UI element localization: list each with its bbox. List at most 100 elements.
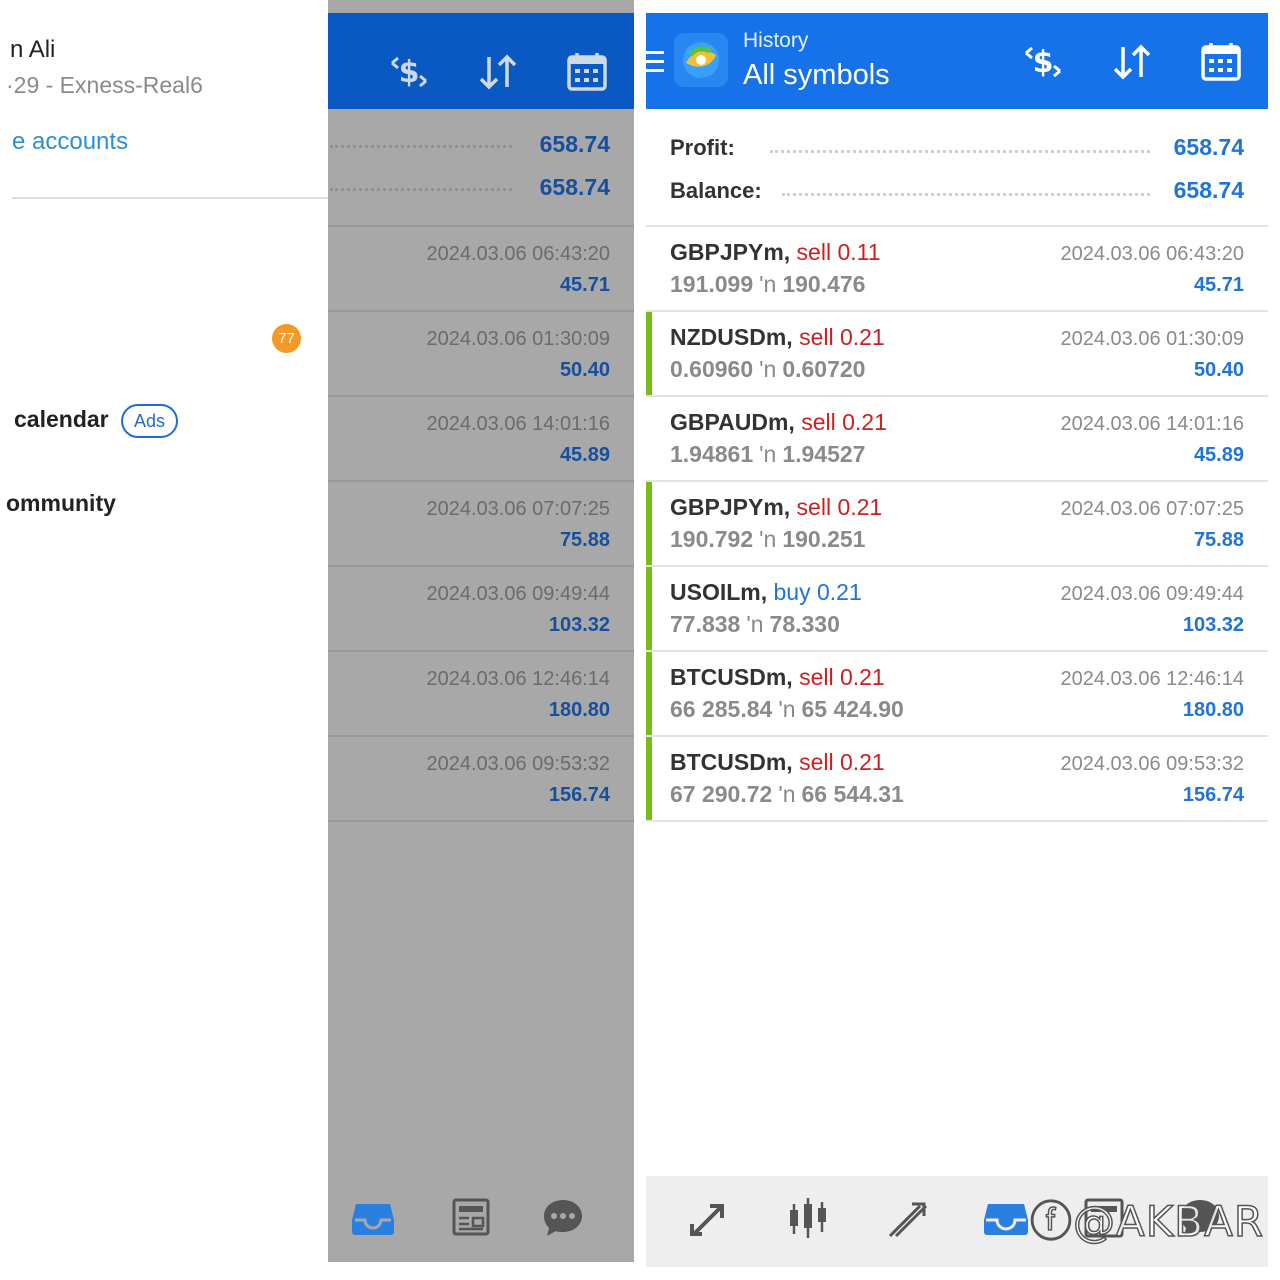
trade-side: sell 0.11	[796, 239, 881, 265]
svg-text:$: $	[1033, 45, 1054, 80]
price-arrow: 'n	[759, 441, 777, 467]
sort-icon[interactable]	[1109, 39, 1155, 85]
trade-symbol: GBPJPYm,	[670, 239, 791, 265]
profit-label: Profit:	[670, 135, 745, 161]
trade-profit: 50.40	[559, 359, 610, 381]
trade-side: sell 0.21	[799, 664, 885, 690]
open-price: 191.099	[670, 271, 754, 297]
navigation-drawer: n Ali ·29 - Exness-Real6 e accounts 77 c…	[0, 0, 328, 1262]
trade-symbol-line: GBPJPYm, sell 0.11	[670, 239, 881, 266]
balance-row: Balance: 658.74	[646, 172, 1268, 212]
dotted-leader	[782, 193, 1150, 196]
trade-profit: 103.32	[1182, 614, 1244, 636]
profit-row: Profit: 658.74	[646, 129, 1268, 169]
trade-time: 2024.03.06 07:07:25	[1060, 498, 1244, 520]
close-price: 190.251	[782, 526, 866, 552]
manage-accounts-link[interactable]: e accounts	[12, 128, 128, 156]
trade-symbol-line: GBPJPYm, sell 0.21	[670, 494, 882, 521]
dimmed-trade-row: 2024.03.06 07:07:25 75.88	[328, 482, 634, 567]
close-price: 78.330	[769, 611, 840, 637]
trade-profit: 45.89	[559, 444, 610, 466]
trade-profit: 180.80	[548, 699, 610, 721]
close-price: 0.60720	[782, 356, 866, 382]
trade-time: 2024.03.06 01:30:09	[426, 328, 610, 350]
dimmed-history-screen[interactable]: $ 658.74 658.74 2024.03.06 06:43:20 45.7…	[328, 0, 634, 1262]
trade-row[interactable]: USOILm, buy 0.21 77.838'n 78.330 2024.03.06…	[646, 567, 1268, 652]
open-price: 190.792	[670, 526, 754, 552]
chart-icon[interactable]	[784, 1194, 832, 1242]
trade-symbol-line: BTCUSDm, sell 0.21	[670, 749, 885, 776]
trade-prices: 66 285.84'n 65 424.90	[670, 696, 904, 723]
menu-icon[interactable]	[646, 51, 664, 73]
dimmed-toolbar: $	[328, 13, 634, 109]
close-price: 66 544.31	[801, 781, 904, 807]
trade-side: sell 0.21	[796, 494, 883, 520]
price-arrow: 'n	[746, 611, 764, 637]
drawer-divider	[12, 197, 328, 199]
toolbar-subtitle: History	[743, 29, 809, 52]
price-arrow: 'n	[759, 271, 777, 297]
trade-symbol: NZDUSDm,	[670, 324, 793, 350]
closed-trade-marker	[646, 652, 652, 735]
price-arrow: 'n	[778, 781, 796, 807]
trade-symbol-line: GBPAUDm, sell 0.21	[670, 409, 887, 436]
trade-prices: 190.792'n 190.251	[670, 526, 865, 553]
closed-trade-marker	[646, 312, 652, 395]
trade-row[interactable]: NZDUSDm, sell 0.21 0.60960'n 0.60720 2024.0…	[646, 312, 1268, 397]
trade-profit: 50.40	[1193, 359, 1244, 381]
trade-symbol: USOILm,	[670, 579, 768, 605]
profit-value: 658.74	[1173, 134, 1244, 160]
price-arrow: 'n	[778, 696, 796, 722]
close-price: 190.476	[782, 271, 866, 297]
sort-icon	[479, 54, 517, 90]
open-price: 1.94861	[670, 441, 754, 467]
trade-time: 2024.03.06 12:46:14	[426, 668, 610, 690]
trade-profit: 45.89	[1193, 444, 1244, 466]
trade-row[interactable]: BTCUSDm, sell 0.21 66 285.84'n 65 424.90 20…	[646, 652, 1268, 737]
trade-row[interactable]: BTCUSDm, sell 0.21 67 290.72'n 66 544.31 20…	[646, 737, 1268, 822]
trade-side: sell 0.21	[799, 749, 885, 775]
metatrader-logo	[674, 33, 728, 87]
trade-side: sell 0.21	[799, 324, 885, 350]
drawer-item-community[interactable]: ommunity	[6, 490, 116, 517]
history-screen: History All symbols $ Profit: 658.74 Bal…	[646, 13, 1268, 1267]
dimmed-trade-row: 2024.03.06 14:01:16 45.89	[328, 397, 634, 482]
trade-symbol: GBPAUDm,	[670, 409, 795, 435]
open-price: 0.60960	[670, 356, 754, 382]
dotted-leader	[770, 150, 1150, 153]
open-price: 66 285.84	[670, 696, 773, 722]
toolbar-title[interactable]: All symbols	[743, 59, 890, 92]
trade-row[interactable]: GBPJPYm, sell 0.11 191.099'n 190.476 2024.0…	[646, 227, 1268, 312]
trade-icon[interactable]	[884, 1194, 932, 1242]
history-icon	[352, 1204, 394, 1235]
deposit-dollar-icon[interactable]: $	[1020, 39, 1066, 85]
trade-symbol-line: USOILm, buy 0.21	[670, 579, 862, 606]
trade-row[interactable]: GBPJPYm, sell 0.21 190.792'n 190.251 2024.0…	[646, 482, 1268, 567]
trade-time: 2024.03.06 06:43:20	[1060, 243, 1244, 265]
quotes-icon[interactable]	[686, 1194, 734, 1242]
dimmed-trade-row: 2024.03.06 06:43:20 45.71	[328, 227, 634, 312]
account-name: n Ali	[10, 36, 56, 63]
trade-symbol: BTCUSDm,	[670, 749, 793, 775]
history-summary: Profit: 658.74 Balance: 658.74	[646, 109, 1268, 227]
trade-time: 2024.03.06 14:01:16	[426, 413, 610, 435]
toolbar: History All symbols $	[646, 13, 1268, 109]
trade-symbol: GBPJPYm,	[670, 494, 791, 520]
dimmed-trade-row: 2024.03.06 01:30:09 50.40	[328, 312, 634, 397]
watermark-text: ⓕ@AKBAR	[1029, 1196, 1265, 1247]
trade-side: buy 0.21	[773, 579, 862, 605]
trade-profit: 180.80	[1182, 699, 1244, 721]
price-arrow: 'n	[759, 356, 777, 382]
close-price: 1.94527	[782, 441, 866, 467]
balance-value: 658.74	[1173, 177, 1244, 203]
deposit-dollar-icon: $	[391, 55, 427, 90]
trade-row[interactable]: GBPAUDm, sell 0.21 1.94861'n 1.94527 2024.0…	[646, 397, 1268, 482]
svg-text:$: $	[399, 55, 420, 90]
trade-symbol-line: NZDUSDm, sell 0.21	[670, 324, 885, 351]
trade-prices: 1.94861'n 1.94527	[670, 441, 865, 468]
dimmed-balance-value: 658.74	[539, 174, 610, 200]
calendar-icon[interactable]	[1198, 39, 1244, 85]
closed-trade-marker	[646, 737, 652, 820]
drawer-item-economic-calendar[interactable]: calendar	[14, 406, 109, 433]
history-icon[interactable]	[982, 1194, 1030, 1242]
